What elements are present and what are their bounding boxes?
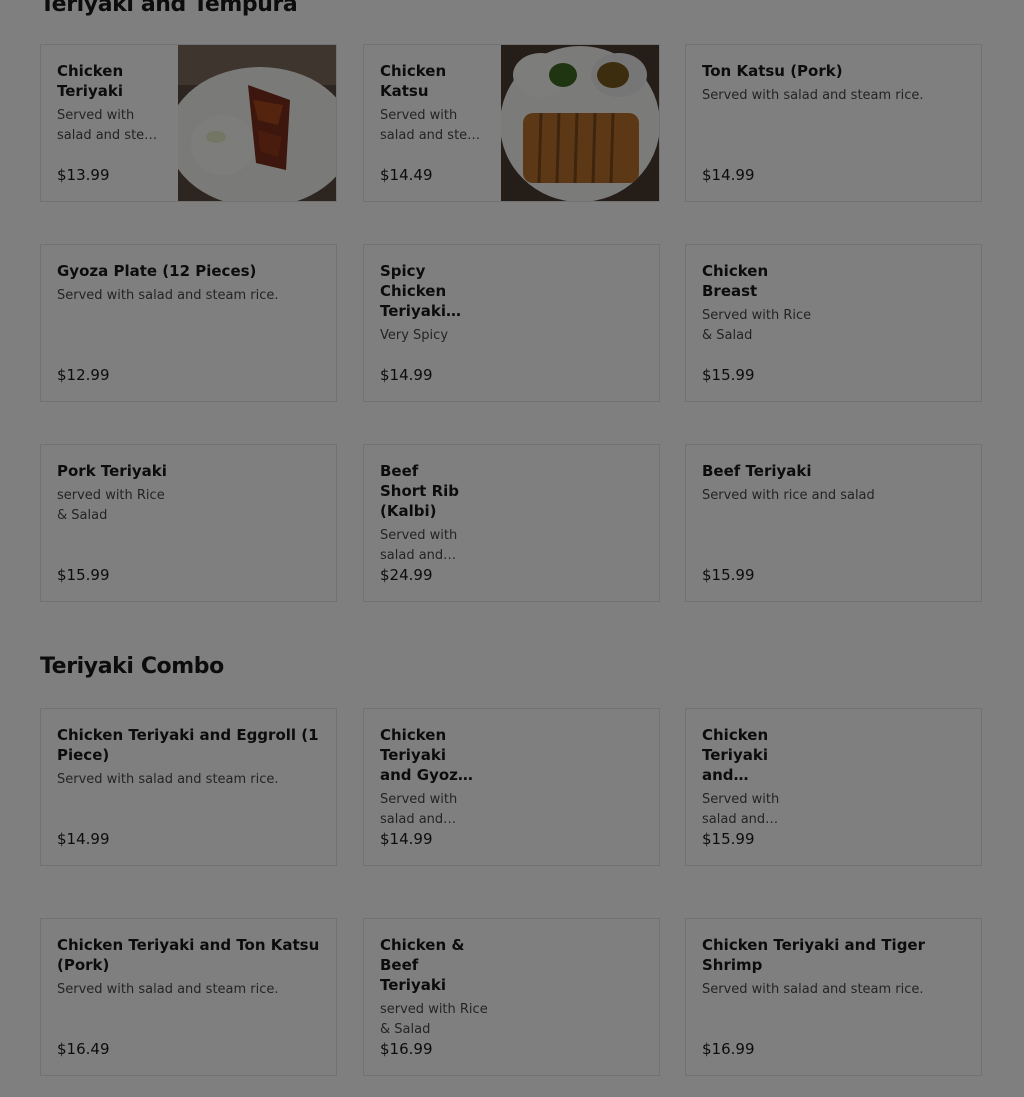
section-title-teriyaki-and-tempura: Teriyaki and Tempura	[40, 0, 298, 17]
menu-item-price: $14.99	[380, 366, 433, 384]
section-title-teriyaki-combo: Teriyaki Combo	[40, 654, 224, 679]
menu-item-card-chicken-beef-teriyaki[interactable]: Chicken & Beef Teriyaki served with Rice …	[363, 918, 660, 1076]
menu-item-name: Chicken Breast	[702, 262, 769, 300]
menu-item-price: $12.99	[57, 366, 110, 384]
menu-item-description: Served with salad and steam rice.	[380, 108, 488, 143]
menu-item-price: $24.99	[380, 566, 433, 584]
menu-item-photo	[168, 45, 336, 201]
menu-item-card-chicken-teriyaki-and-chicken-katsu[interactable]: Chicken Teriyaki and Chicken Katsu Served…	[685, 708, 982, 866]
menu-item-name: Pork Teriyaki	[57, 462, 167, 480]
menu-item-card-ton-katsu-pork[interactable]: Ton Katsu (Pork) Served with salad and st…	[685, 44, 982, 202]
menu-item-name: Chicken Teriyaki and Ton Katsu (Pork)	[57, 936, 320, 974]
menu-item-description: Served with Rice & Salad	[702, 308, 812, 343]
menu-item-name: Chicken Katsu	[380, 62, 447, 100]
menu-item-price: $14.99	[702, 166, 755, 184]
menu-item-name: Chicken & Beef Teriyaki	[380, 936, 465, 994]
menu-item-description: Served with salad and steam rice.	[57, 288, 279, 303]
menu-item-name: Ton Katsu (Pork)	[702, 62, 843, 80]
menu-item-card-chicken-breast[interactable]: Chicken Breast Served with Rice & Salad $1…	[685, 244, 982, 402]
menu-item-name: Gyoza Plate (12 Pieces)	[57, 262, 257, 280]
menu-item-name: Chicken Teriyaki	[57, 62, 124, 100]
menu-item-description: Served with salad and steam rice.	[380, 528, 458, 563]
menu-item-description: served with Rice & Salad	[57, 488, 165, 523]
menu-item-description: Served with salad and steam rice.	[702, 982, 924, 997]
menu-item-card-gyoza-plate-12-pieces[interactable]: Gyoza Plate (12 Pieces) Served with salad…	[40, 244, 337, 402]
menu-item-description: Served with salad and steam rice.	[702, 88, 924, 103]
menu-item-price: $15.99	[702, 366, 755, 384]
menu-item-card-chicken-teriyaki[interactable]: Chicken Teriyaki Served with salad and st…	[40, 44, 337, 202]
menu-item-description: Served with rice and salad	[702, 488, 875, 503]
menu-item-name: Spicy Chicken Teriyaki (Very Spicy)	[380, 262, 447, 320]
menu-item-name: Beef Teriyaki	[702, 462, 812, 480]
menu-item-price: $15.99	[57, 566, 110, 584]
menu-item-name: Chicken Teriyaki and Eggroll (1 Piece)	[57, 726, 319, 764]
menu-item-description: Served with salad and steam rice.	[57, 772, 279, 787]
menu-item-card-chicken-teriyaki-and-gyoza-3-pieces[interactable]: Chicken Teriyaki and Gyoza (3 Pieces) Ser…	[363, 708, 660, 866]
menu-item-description: Served with salad and steam rice.	[702, 792, 780, 827]
menu-page: Teriyaki and Tempura Teriyaki Combo Chic…	[0, 0, 1024, 1097]
menu-item-description: served with Rice & Salad	[380, 1002, 488, 1037]
menu-item-card-chicken-teriyaki-and-tiger-shrimp[interactable]: Chicken Teriyaki and Tiger Shrimp Served …	[685, 918, 982, 1076]
menu-item-price: $15.99	[702, 830, 755, 848]
menu-item-price: $13.99	[57, 166, 110, 184]
menu-item-card-beef-short-rib-kalbi[interactable]: Beef Short Rib (Kalbi) Served with salad …	[363, 444, 660, 602]
menu-item-card-chicken-teriyaki-and-ton-katsu-pork[interactable]: Chicken Teriyaki and Ton Katsu (Pork) Ser…	[40, 918, 337, 1076]
menu-item-price: $15.99	[702, 566, 755, 584]
menu-item-description: Served with salad and steam rice.	[57, 108, 165, 143]
menu-item-card-beef-teriyaki[interactable]: Beef Teriyaki Served with rice and salad $…	[685, 444, 982, 602]
menu-item-name: Chicken Teriyaki and Tiger Shrimp	[702, 936, 926, 974]
menu-item-price: $16.49	[57, 1040, 110, 1058]
menu-item-price: $14.99	[57, 830, 110, 848]
menu-item-card-pork-teriyaki[interactable]: Pork Teriyaki served with Rice & Salad $15…	[40, 444, 337, 602]
menu-item-price: $14.99	[380, 830, 433, 848]
menu-item-name: Chicken Teriyaki and Gyoza (3 Pieces)	[380, 726, 469, 784]
menu-item-card-spicy-chicken-teriyaki-very-spicy[interactable]: Spicy Chicken Teriyaki (Very Spicy) Very …	[363, 244, 660, 402]
menu-item-description: Served with salad and steam rice.	[380, 792, 458, 827]
menu-item-price: $16.99	[380, 1040, 433, 1058]
menu-item-description: Served with salad and steam rice.	[57, 982, 279, 997]
menu-item-price: $16.99	[702, 1040, 755, 1058]
menu-item-price: $14.49	[380, 166, 433, 184]
menu-item-card-chicken-teriyaki-and-eggroll-1-piece[interactable]: Chicken Teriyaki and Eggroll (1 Piece) Se…	[40, 708, 337, 866]
menu-item-name: Beef Short Rib (Kalbi)	[380, 462, 460, 520]
menu-item-name: Chicken Teriyaki and Chicken Katsu	[702, 726, 769, 784]
menu-item-description: Very Spicy	[380, 328, 449, 343]
menu-item-card-chicken-katsu[interactable]: Chicken Katsu Served with salad and steam…	[363, 44, 660, 202]
menu-item-photo	[500, 45, 659, 201]
